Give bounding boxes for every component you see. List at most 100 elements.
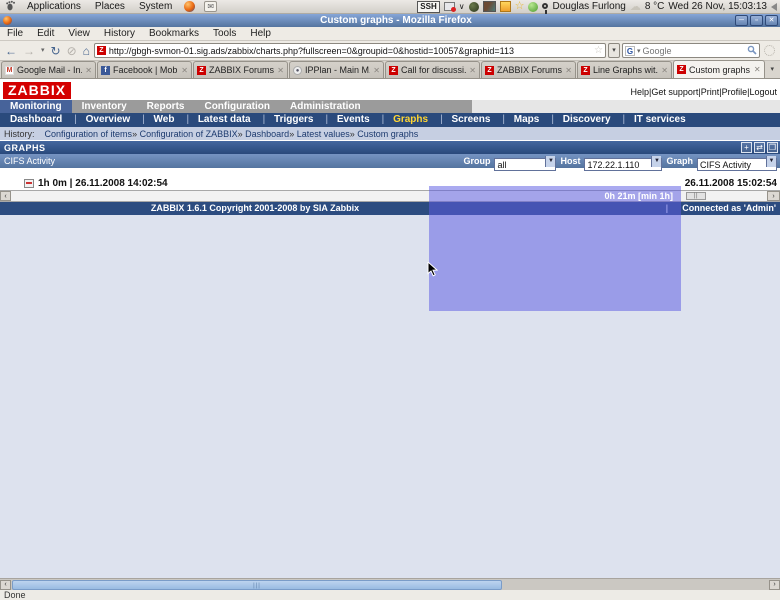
speaker-icon[interactable] (771, 2, 777, 11)
get-support-link[interactable]: Get support (649, 87, 698, 97)
tab-facebook[interactable]: f Facebook | Mob... ✕ (97, 61, 192, 78)
calendar-icon[interactable] (24, 179, 34, 188)
help-link[interactable]: Help (631, 87, 650, 97)
status-orb-icon[interactable] (528, 1, 539, 12)
history-link[interactable]: Configuration of ZABBIX (132, 129, 238, 139)
tab-line-graphs[interactable]: Z Line Graphs wit... ✕ (577, 61, 672, 78)
tools-menu[interactable]: Tools (206, 28, 243, 39)
subnav-triggers[interactable]: Triggers (257, 113, 320, 127)
scrollbar-handle[interactable]: || (686, 192, 706, 200)
swap-icon[interactable]: ⇄ (754, 142, 765, 153)
add-favourite-icon[interactable]: + (741, 142, 752, 153)
graph-select[interactable]: CIFS Activity (697, 158, 777, 171)
back-button[interactable]: ← (3, 44, 19, 58)
help-menu[interactable]: Help (243, 28, 278, 39)
subnav-maps[interactable]: Maps (496, 113, 545, 127)
scrollbar-thumb[interactable]: ||| (12, 580, 502, 590)
file-menu[interactable]: File (0, 28, 30, 39)
history-menu[interactable]: History (97, 28, 142, 39)
screen-capture-icon[interactable] (443, 2, 456, 12)
system-menu[interactable]: System (132, 0, 179, 14)
tab-close-icon[interactable]: ✕ (373, 66, 380, 75)
temperature[interactable]: 8 °C (645, 1, 665, 12)
forward-button[interactable]: → (21, 44, 37, 58)
user-name[interactable]: Douglas Furlong (552, 1, 625, 12)
subnav-discovery[interactable]: Discovery (545, 113, 616, 127)
tab-google-mail[interactable]: M Google Mail - In... ✕ (1, 61, 96, 78)
subnav-web[interactable]: Web (136, 113, 180, 127)
clock[interactable]: Wed 26 Nov, 15:03:13 (668, 1, 767, 12)
subnav-latest-data[interactable]: Latest data (180, 113, 256, 127)
subnav-overview[interactable]: Overview (68, 113, 136, 127)
search-input[interactable] (642, 45, 745, 56)
tab-list-chevron-icon[interactable]: ▾ (766, 62, 779, 78)
home-button[interactable]: ⌂ (81, 44, 92, 58)
nav-administration[interactable]: Administration (280, 100, 371, 113)
view-menu[interactable]: View (61, 28, 97, 39)
nav-configuration[interactable]: Configuration (194, 100, 280, 113)
scroll-right-button[interactable]: › (767, 191, 780, 201)
tab-close-icon[interactable]: ✕ (277, 66, 284, 75)
history-link[interactable]: Dashboard (238, 129, 289, 139)
host-select[interactable]: 172.22.1.110 (584, 158, 663, 171)
history-link[interactable]: Custom graphs (350, 129, 418, 139)
mail-launcher-icon[interactable]: ✉ (204, 1, 218, 12)
notes-tray-icon[interactable] (499, 1, 511, 12)
url-input[interactable] (108, 45, 592, 56)
gnome-logo-icon[interactable] (5, 0, 16, 14)
nav-inventory[interactable]: Inventory (72, 100, 137, 113)
close-button[interactable]: ✕ (765, 15, 778, 26)
tab-zabbix-forums-1[interactable]: Z ZABBIX Forums ... ✕ (193, 61, 288, 78)
tab-close-icon[interactable]: ✕ (85, 66, 92, 75)
minimize-button[interactable]: ─ (735, 15, 748, 26)
volume-applet-icon[interactable] (468, 1, 479, 12)
stop-button[interactable]: ⊘ (65, 44, 79, 58)
logout-link[interactable]: Logout (747, 87, 777, 97)
firefox-launcher-icon[interactable] (184, 1, 196, 12)
window-titlebar[interactable]: Custom graphs - Mozilla Firefox ─ ▫ ✕ (0, 14, 780, 27)
tab-ipplan[interactable]: ● IPPlan - Main M... ✕ (289, 61, 384, 78)
tab-close-icon[interactable]: ✕ (469, 66, 476, 75)
input-chevron-icon[interactable]: ∨ (459, 2, 465, 11)
time-selection-overlay[interactable]: 0h 21m [min 1h] (429, 186, 681, 311)
subnav-graphs[interactable]: Graphs (376, 113, 434, 127)
applications-menu[interactable]: Applications (20, 0, 88, 14)
places-menu[interactable]: Places (88, 0, 132, 14)
print-link[interactable]: Print (698, 87, 719, 97)
tab-close-icon[interactable]: ✕ (565, 66, 572, 75)
url-dropdown-button[interactable]: ▾ (608, 43, 620, 58)
reload-button[interactable]: ↻ (49, 44, 63, 58)
tab-custom-graphs[interactable]: Z Custom graphs ✕ (673, 60, 765, 78)
nav-reports[interactable]: Reports (137, 100, 195, 113)
photo-tray-icon[interactable] (482, 1, 496, 12)
fullscreen-icon[interactable]: ❐ (767, 142, 778, 153)
tab-close-icon[interactable]: ✕ (661, 66, 668, 75)
nav-monitoring[interactable]: Monitoring (0, 100, 72, 113)
maximize-button[interactable]: ▫ (750, 15, 763, 26)
search-magnifier-icon[interactable] (747, 42, 757, 60)
google-engine-icon[interactable]: G (625, 45, 635, 56)
star-tray-icon[interactable]: ☆ (515, 1, 525, 12)
subnav-dashboard[interactable]: Dashboard (4, 113, 68, 127)
bookmarks-menu[interactable]: Bookmarks (142, 28, 206, 39)
scroll-left-button[interactable]: ‹ (0, 191, 11, 201)
bookmark-star-icon[interactable]: ☆ (594, 45, 603, 56)
profile-link[interactable]: Profile (719, 87, 747, 97)
tab-call-for-discussion[interactable]: Z Call for discussi... ✕ (385, 61, 480, 78)
ssh-applet[interactable]: SSH (417, 0, 440, 13)
subnav-events[interactable]: Events (319, 113, 375, 127)
tab-zabbix-forums-2[interactable]: Z ZABBIX Forums ... ✕ (481, 61, 576, 78)
history-link[interactable]: Latest values (289, 129, 350, 139)
group-select[interactable]: all (494, 158, 557, 171)
tab-close-icon[interactable]: ✕ (754, 65, 761, 74)
subnav-screens[interactable]: Screens (434, 113, 496, 127)
scrollbar-right-arrow[interactable]: › (769, 580, 780, 590)
zabbix-logo[interactable]: ZABBIX (3, 82, 72, 99)
history-link[interactable]: Configuration of items (45, 129, 133, 139)
engine-chevron-icon[interactable]: ▾ (637, 47, 641, 55)
horizontal-scrollbar[interactable]: ‹ ||| › (0, 578, 780, 590)
history-chevron-icon[interactable]: ▾ (39, 44, 47, 58)
tab-close-icon[interactable]: ✕ (181, 66, 188, 75)
subnav-it-services[interactable]: IT services (617, 113, 692, 127)
scrollbar-left-arrow[interactable]: ‹ (0, 580, 11, 590)
